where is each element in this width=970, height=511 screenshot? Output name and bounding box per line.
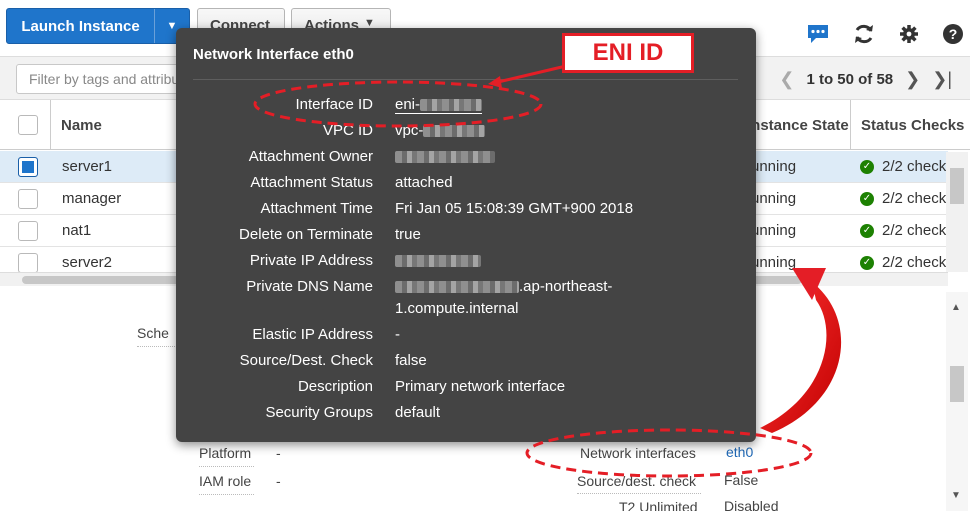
prev-page-icon[interactable]: ❮ xyxy=(779,69,794,90)
network-interface-link[interactable]: eth0 xyxy=(726,444,753,460)
divider xyxy=(199,466,254,467)
attachment-owner-label: Attachment Owner xyxy=(248,148,373,165)
eni-id-callout-text: ENI ID xyxy=(592,39,664,66)
attachment-status-label: Attachment Status xyxy=(250,174,373,191)
status-checks: ✓ 2/2 checks xyxy=(860,254,954,271)
column-status-label: Status Checks xyxy=(861,116,965,134)
private-dns-value: .ap-northeast- xyxy=(395,278,612,295)
check-circle-icon: ✓ xyxy=(860,255,874,270)
table-vertical-scrollbar[interactable] xyxy=(946,152,968,272)
private-ip-value xyxy=(395,252,481,269)
check-circle-icon: ✓ xyxy=(860,191,874,206)
instance-name: server2 xyxy=(62,254,113,271)
pagination: ❮ 1 to 50 of 58 ❯ ❯| xyxy=(779,69,952,90)
description-label: Description xyxy=(297,378,373,395)
popover-title: Network Interface eth0 xyxy=(193,46,354,63)
status-checks-text: 2/2 checks xyxy=(882,222,954,239)
network-interface-popover: Network Interface eth0 Interface ID eni-… xyxy=(176,28,756,442)
chat-icon[interactable] xyxy=(806,22,830,46)
t2-unlimited-value: Disabled xyxy=(724,498,779,511)
attachment-time-value: Fri Jan 05 15:08:39 GMT+900 2018 xyxy=(395,200,634,217)
interface-id-value[interactable]: eni- xyxy=(395,96,483,114)
scroll-up-icon[interactable]: ▲ xyxy=(951,302,961,313)
help-icon[interactable]: ? xyxy=(941,22,965,46)
refresh-icon[interactable] xyxy=(852,22,876,46)
description-value: Primary network interface xyxy=(395,378,566,395)
private-ip-label: Private IP Address xyxy=(249,252,373,269)
iam-role-value: - xyxy=(276,473,281,489)
t2-unlimited-label: T2 Unlimited xyxy=(619,499,698,511)
column-header-status-checks[interactable]: Status Checks xyxy=(850,100,970,150)
platform-label: Platform xyxy=(199,445,252,461)
search-placeholder: Filter by tags and attributes or search … xyxy=(29,71,185,87)
row-checkbox[interactable] xyxy=(18,157,38,177)
check-circle-icon: ✓ xyxy=(860,159,874,174)
gear-icon[interactable] xyxy=(897,22,921,46)
iam-role-label: IAM role xyxy=(199,473,252,489)
attachment-time-label: Attachment Time xyxy=(260,200,373,217)
row-checkbox[interactable] xyxy=(18,221,38,241)
security-groups-label: Security Groups xyxy=(265,404,373,421)
divider xyxy=(137,346,177,347)
divider xyxy=(577,493,701,494)
platform-value: - xyxy=(276,445,281,461)
delete-on-terminate-label: Delete on Terminate xyxy=(239,226,373,243)
pagination-range: 1 to 50 of 58 xyxy=(806,71,894,88)
popover-divider xyxy=(193,79,738,80)
status-checks: ✓ 2/2 checks xyxy=(860,158,954,175)
redacted-block xyxy=(423,125,486,138)
private-dns-line1: .ap-northeast- xyxy=(519,278,613,295)
details-vertical-scrollbar[interactable]: ▲ ▼ xyxy=(946,292,968,511)
redacted-block xyxy=(395,151,495,164)
source-dest-check-label: Source/dest. check xyxy=(577,473,697,489)
column-state-label: Instance State xyxy=(747,116,849,134)
redacted-block xyxy=(420,99,483,112)
interface-id-label: Interface ID xyxy=(295,96,373,113)
redacted-block xyxy=(395,255,481,268)
column-name-label: Name xyxy=(61,116,102,134)
next-page-icon[interactable]: ❯ xyxy=(905,69,920,90)
private-dns-label: Private DNS Name xyxy=(246,278,373,295)
delete-on-terminate-value: true xyxy=(395,226,421,243)
status-checks: ✓ 2/2 checks xyxy=(860,222,954,239)
security-groups-value: default xyxy=(395,404,441,421)
source-dest-check-value: False xyxy=(724,472,759,488)
row-checkbox[interactable] xyxy=(18,253,38,273)
status-checks: ✓ 2/2 checks xyxy=(860,190,954,207)
attachment-status-value: attached xyxy=(395,174,453,191)
scroll-down-icon[interactable]: ▼ xyxy=(951,490,961,501)
redacted-block xyxy=(395,281,519,294)
launch-instance-label: Launch Instance xyxy=(7,9,155,43)
divider xyxy=(199,494,254,495)
source-dest-value: false xyxy=(395,352,427,369)
svg-text:?: ? xyxy=(949,26,958,42)
source-dest-label: Source/Dest. Check xyxy=(239,352,373,369)
network-interfaces-label: Network interfaces xyxy=(580,445,696,461)
scheduled-events-label: Sche xyxy=(137,325,169,341)
row-checkbox[interactable] xyxy=(18,189,38,209)
interface-id-prefix: eni- xyxy=(395,96,421,113)
vpc-id-prefix: vpc- xyxy=(395,122,424,139)
instance-name: manager xyxy=(62,190,122,207)
launch-instance-button[interactable]: Launch Instance ▼ xyxy=(6,8,190,44)
check-circle-icon: ✓ xyxy=(860,223,874,238)
status-checks-text: 2/2 checks xyxy=(882,158,954,175)
instance-name: nat1 xyxy=(62,222,92,239)
last-page-icon[interactable]: ❯| xyxy=(932,69,952,90)
attachment-owner-value xyxy=(395,148,495,165)
status-checks-text: 2/2 checks xyxy=(882,190,954,207)
status-checks-text: 2/2 checks xyxy=(882,254,954,271)
instance-name: server1 xyxy=(62,158,113,175)
search-input[interactable]: Filter by tags and attributes or search … xyxy=(16,64,186,94)
vpc-id-label: VPC ID xyxy=(322,122,373,139)
eni-id-callout: ENI ID xyxy=(562,33,694,73)
elastic-ip-value: - xyxy=(395,326,400,343)
elastic-ip-label: Elastic IP Address xyxy=(252,326,373,343)
vpc-id-value: vpc- xyxy=(395,122,486,139)
select-all-checkbox[interactable] xyxy=(18,100,38,150)
private-dns-line2: 1.compute.internal xyxy=(395,300,519,317)
